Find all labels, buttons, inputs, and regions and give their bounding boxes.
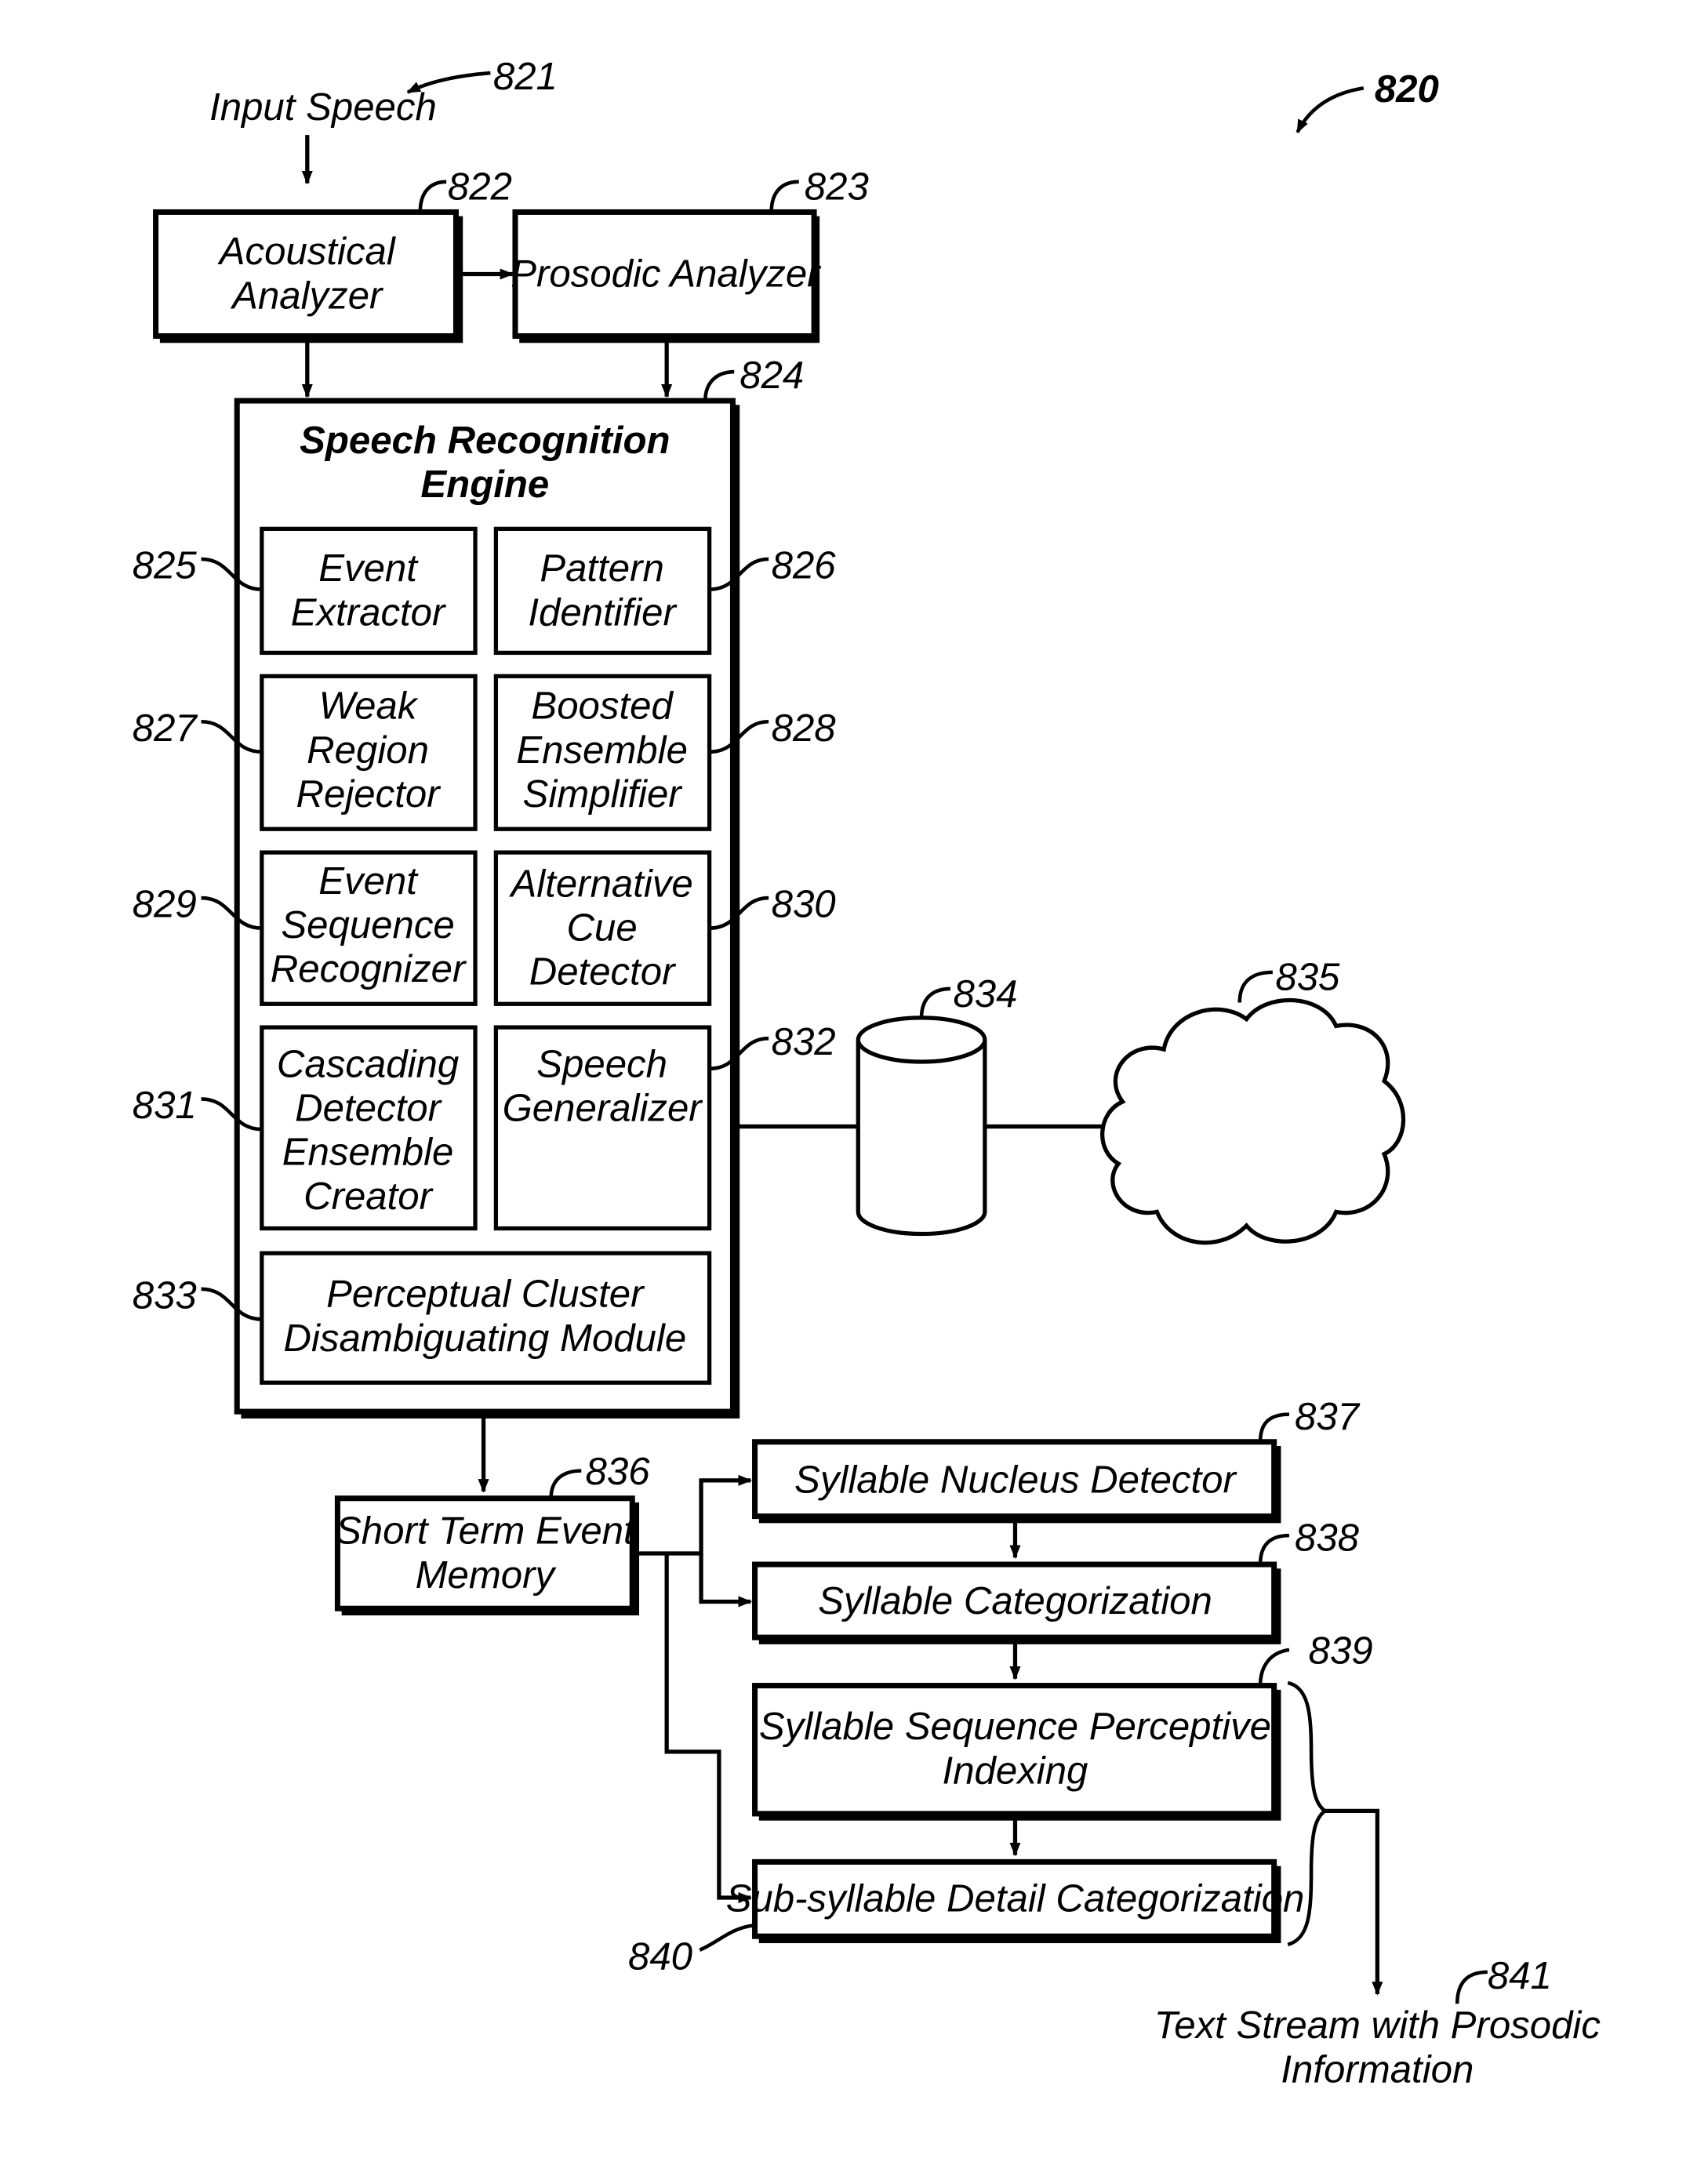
- box-label: Ensemble: [516, 728, 688, 772]
- ref-836: 836: [586, 1450, 651, 1493]
- box-label: Acoustical: [217, 230, 397, 273]
- ref-831: 831: [133, 1084, 197, 1127]
- pattern-identifier-box: Pattern Identifier 826: [493, 526, 837, 656]
- ref-841: 841: [1488, 1954, 1552, 1997]
- speech-recognition-diagram: 820 Input Speech 821 Acoustical Analyzer…: [133, 55, 1601, 2091]
- output-label: Information: [1281, 2047, 1474, 2091]
- box-label: Rejector: [296, 772, 442, 816]
- box-label: Cascading: [277, 1042, 459, 1085]
- box-label: Sequence: [281, 903, 454, 946]
- box-label: Indexing: [943, 1749, 1088, 1792]
- short-term-event-memory-box: Short Term Event Memory 836: [334, 1450, 651, 1616]
- figure-ref-label: 820: [1375, 67, 1439, 111]
- box-label: Region: [307, 728, 429, 772]
- box-label: Simplifier: [523, 772, 684, 816]
- syllable-nucleus-detector-box: Syllable Nucleus Detector 837: [752, 1395, 1361, 1524]
- figure-reference: 820: [1296, 67, 1439, 134]
- cascading-detector-ensemble-creator-box: Cascading Detector Ensemble Creator 831: [133, 1025, 478, 1231]
- output-label: Text Stream with Prosodic: [1154, 2004, 1601, 2047]
- ref-837: 837: [1295, 1395, 1361, 1438]
- box-label: Cue: [567, 906, 638, 949]
- database-cylinder: 834: [856, 972, 1017, 1237]
- alternative-cue-detector-box: Alternative Cue Detector 830: [493, 850, 836, 1006]
- syllable-categorization-box: Syllable Categorization 838: [752, 1516, 1360, 1644]
- box-label: Syllable Sequence Perceptive: [759, 1705, 1271, 1748]
- box-label: Creator: [303, 1175, 434, 1218]
- ref-828: 828: [772, 707, 837, 750]
- box-label: Weak: [319, 685, 419, 728]
- box-label: Analyzer: [230, 274, 384, 317]
- input-speech: Input Speech 821: [209, 55, 558, 185]
- perceptual-cluster-module-box: Perceptual Cluster Disambiguating Module…: [133, 1251, 712, 1385]
- box-label: Recognizer: [271, 947, 467, 990]
- ref-829: 829: [133, 883, 197, 926]
- boosted-ensemble-simplifier-box: Boosted Ensemble Simplifier 828: [493, 674, 837, 831]
- box-label: Alternative: [508, 862, 692, 905]
- acoustical-analyzer-box: Acoustical Analyzer 822: [153, 165, 512, 343]
- engine-title: Speech Recognition: [300, 419, 670, 462]
- ref-824: 824: [740, 354, 804, 397]
- speech-generalizer-box: Speech Generalizer 832: [493, 1020, 836, 1231]
- ref-839: 839: [1309, 1629, 1373, 1672]
- ref-827: 827: [133, 707, 198, 750]
- box-label: Perceptual Cluster: [326, 1273, 645, 1316]
- ref-835: 835: [1275, 956, 1340, 999]
- box-label: Pattern: [540, 547, 664, 590]
- cloud-icon: 835: [1100, 956, 1406, 1245]
- weak-region-rejector-box: Weak Region Rejector 827: [133, 674, 478, 831]
- event-sequence-recognizer-box: Event Sequence Recognizer 829: [133, 850, 478, 1006]
- box-label: Extractor: [291, 590, 447, 634]
- ref-840: 840: [628, 1935, 692, 1978]
- engine-title: Engine: [420, 463, 549, 506]
- ref-838: 838: [1295, 1516, 1360, 1559]
- ref-834: 834: [953, 972, 1017, 1015]
- ref-826: 826: [772, 544, 837, 587]
- box-label: Disambiguating Module: [283, 1317, 686, 1360]
- box-label: Detector: [529, 950, 677, 994]
- box-label: Identifier: [528, 590, 678, 634]
- box-label: Short Term Event: [336, 1510, 636, 1553]
- box-label: Generalizer: [503, 1087, 704, 1130]
- box-label: Ensemble: [282, 1131, 454, 1174]
- box-label: Detector: [295, 1087, 442, 1130]
- box-label: Sub-syllable Detail Categorization: [726, 1877, 1305, 1920]
- box-label: Speech: [536, 1042, 667, 1085]
- ref-822: 822: [448, 165, 512, 209]
- box-label: Memory: [416, 1553, 558, 1597]
- ref-832: 832: [772, 1020, 836, 1063]
- box-label: Event: [318, 547, 419, 590]
- ref-821: 821: [493, 55, 558, 98]
- input-speech-label: Input Speech: [209, 85, 437, 129]
- ref-833: 833: [133, 1273, 197, 1317]
- ref-830: 830: [772, 883, 836, 926]
- box-label: Syllable Categorization: [818, 1579, 1212, 1622]
- prosodic-analyzer-box: Prosodic Analyzer 823: [511, 165, 869, 343]
- syllable-sequence-indexing-box: Syllable Sequence Perceptive Indexing 83…: [752, 1629, 1373, 1821]
- ref-825: 825: [133, 544, 198, 587]
- event-extractor-box: Event Extractor 825: [133, 526, 478, 656]
- box-label: Event: [318, 859, 419, 903]
- box-label: Syllable Nucleus Detector: [794, 1459, 1237, 1502]
- ref-823: 823: [805, 165, 869, 209]
- box-label: Boosted: [531, 685, 674, 728]
- box-label: Prosodic Analyzer: [511, 252, 822, 295]
- sub-syllable-categorization-box: Sub-syllable Detail Categorization 840: [628, 1858, 1305, 1978]
